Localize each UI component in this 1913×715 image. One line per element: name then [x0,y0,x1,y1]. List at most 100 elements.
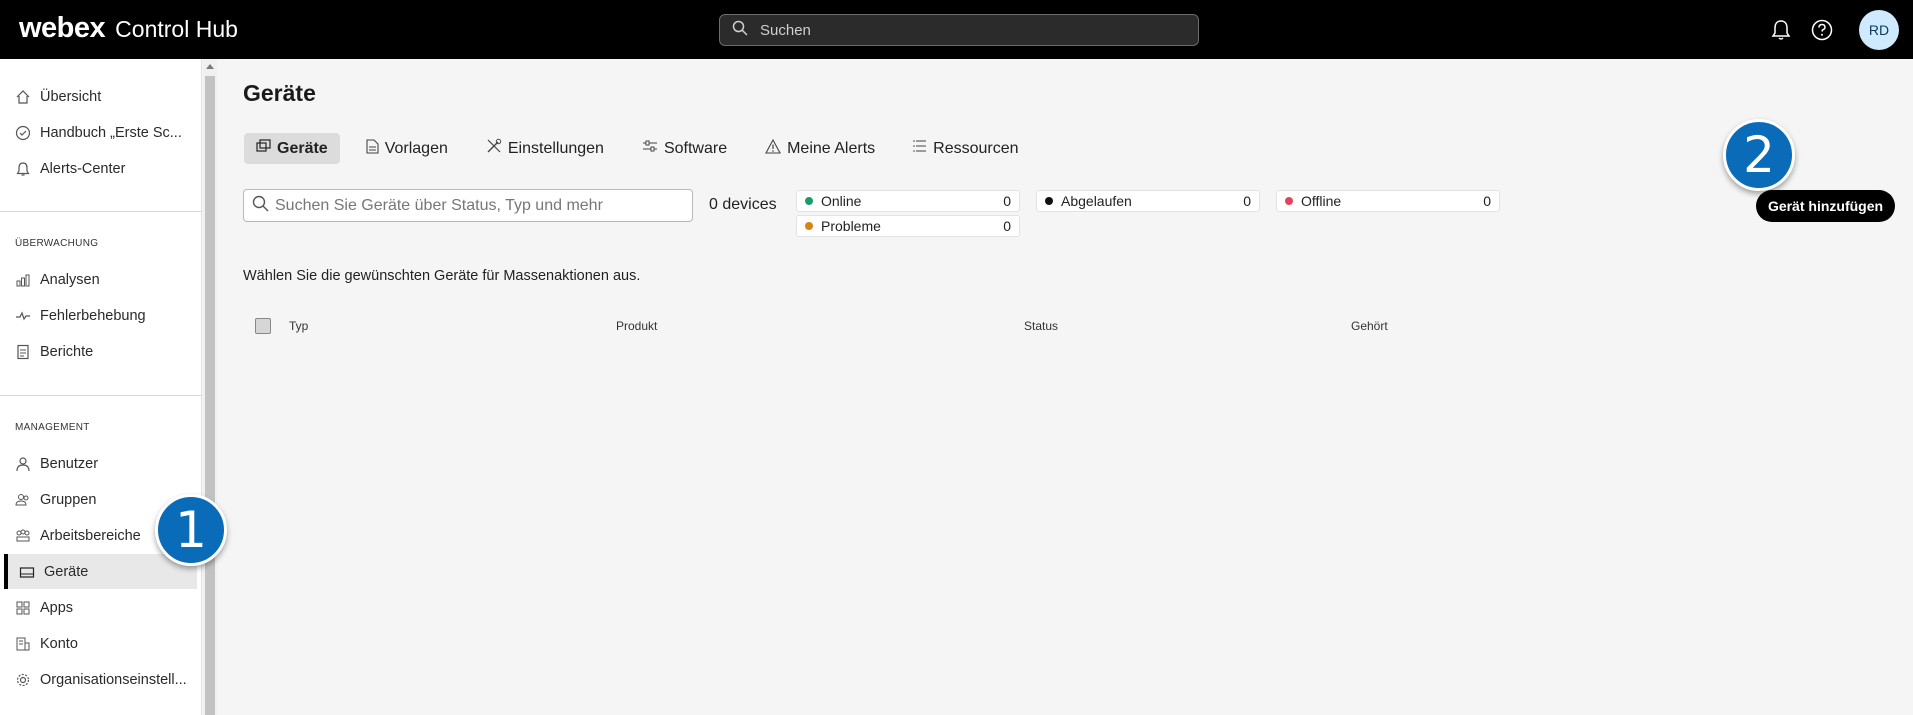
workspace-icon [14,527,32,545]
sidebar-divider [0,395,202,396]
scrollbar-thumb[interactable] [205,76,215,715]
sidebar-item-org-settings[interactable]: Organisationseinstell... [4,662,197,697]
column-header-owned[interactable]: Gehört [1351,319,1388,333]
sidebar-item-label: Arbeitsbereiche [40,527,141,544]
tab-software[interactable]: Software [630,133,739,164]
status-label: Online [821,193,862,209]
apps-icon [14,599,32,617]
brand-logo[interactable]: webex Control Hub [19,12,238,45]
report-icon [14,343,32,361]
sidebar-divider [0,211,202,212]
group-icon [14,491,32,509]
status-filter-expired[interactable]: Abgelaufen 0 [1036,190,1260,212]
search-placeholder: Suchen [760,21,811,39]
tab-resources[interactable]: Ressourcen [901,133,1030,164]
user-icon [14,455,32,473]
sliders-icon [642,139,658,158]
device-count: 0 devices [709,196,777,213]
sidebar-item-label: Konto [40,635,78,652]
table-header: Typ Produkt Status Gehört [243,316,1863,338]
page-title: Geräte [243,80,316,106]
status-label: Abgelaufen [1061,193,1132,209]
status-count: 0 [1003,193,1011,209]
tab-label: Meine Alerts [787,139,876,157]
document-icon [366,138,379,159]
select-all-checkbox[interactable] [255,318,271,334]
sidebar-item-label: Geräte [44,563,89,580]
sidebar-item-troubleshooting[interactable]: Fehlerbehebung [4,298,197,333]
section-title-monitoring: ÜBERWACHUNG [15,238,99,249]
scroll-up-arrow-icon[interactable] [206,64,214,69]
tab-templates[interactable]: Vorlagen [354,133,460,164]
sidebar-item-label: Berichte [40,343,94,360]
status-count: 0 [1003,218,1011,234]
sidebar-item-alerts-center[interactable]: Alerts-Center [4,151,197,186]
sidebar-item-getting-started[interactable]: Handbuch „Erste Sc... [4,115,197,150]
sidebar-item-label: Übersicht [40,88,102,105]
gear-icon [14,671,32,689]
status-label: Offline [1301,193,1342,209]
sidebar-item-label: Analysen [40,271,100,288]
sidebar-item-reports[interactable]: Berichte [4,334,197,369]
device-search-placeholder: Suchen Sie Geräte über Status, Typ und m… [275,196,603,214]
sidebar-item-account[interactable]: Konto [4,626,197,661]
sidebar-item-analytics[interactable]: Analysen [4,262,197,297]
analytics-icon [14,271,32,289]
status-count: 0 [1483,193,1491,209]
expired-dot-icon [1045,197,1053,205]
sidebar-item-label: Organisationseinstell... [40,671,187,688]
building-icon [14,635,32,653]
sidebar-item-label: Apps [40,599,74,616]
tab-label: Vorlagen [384,139,448,157]
sidebar-item-users[interactable]: Benutzer [4,446,197,481]
status-filter-issues[interactable]: Probleme 0 [796,215,1020,237]
sidebar-item-apps[interactable]: Apps [4,590,197,625]
top-bar: webex Control Hub Suchen RD [0,0,1913,59]
status-count: 0 [1243,193,1251,209]
column-header-status[interactable]: Status [1024,319,1058,333]
sidebar-scrollbar[interactable] [203,59,217,715]
callout-badge-2: 2 [1723,119,1795,191]
pulse-icon [14,307,32,325]
offline-dot-icon [1285,197,1293,205]
sidebar-item-label: Handbuch „Erste Sc... [40,124,182,141]
avatar[interactable]: RD [1859,10,1899,50]
sidebar-item-label: Benutzer [40,455,99,472]
bulk-action-hint: Wählen Sie die gewünschten Geräte für Ma… [243,268,641,284]
search-icon [252,195,269,217]
tab-devices[interactable]: Geräte [244,133,340,164]
issues-dot-icon [805,222,813,230]
sidebar-item-devices[interactable]: Geräte [4,554,197,589]
sidebar-item-label: Fehlerbehebung [40,307,146,324]
global-search-input[interactable]: Suchen [719,14,1199,46]
tab-settings[interactable]: Einstellungen [474,133,616,164]
column-header-type[interactable]: Typ [289,319,308,333]
status-filter-online[interactable]: Online 0 [796,190,1020,212]
tools-icon [486,138,502,159]
check-circle-icon [14,124,32,142]
section-title-management: MANAGEMENT [15,422,90,433]
sidebar-item-label: Gruppen [40,491,97,508]
warning-icon [765,138,782,159]
bell-icon[interactable] [1769,18,1793,42]
home-icon [14,88,32,106]
tab-label: Ressourcen [933,139,1019,157]
help-icon[interactable] [1810,18,1834,42]
search-icon [732,20,748,41]
tab-bar: Geräte Vorlagen Einstellungen Software M… [244,133,1045,164]
brand-sub: Control Hub [115,16,238,42]
brand-main: webex [19,12,106,44]
sidebar-item-label: Alerts-Center [40,160,126,177]
column-header-product[interactable]: Produkt [616,319,657,333]
status-filter-offline[interactable]: Offline 0 [1276,190,1500,212]
tab-label: Geräte [277,139,328,157]
tab-label: Software [663,139,728,157]
list-icon [913,139,927,158]
callout-badge-1: 1 [155,494,227,566]
add-device-button[interactable]: Gerät hinzufügen [1756,190,1895,222]
device-search-input[interactable]: Suchen Sie Geräte über Status, Typ und m… [243,189,693,222]
sidebar: Übersicht Handbuch „Erste Sc... Alerts-C… [0,59,202,715]
bell-icon [14,160,32,178]
sidebar-item-overview[interactable]: Übersicht [4,79,197,114]
tab-my-alerts[interactable]: Meine Alerts [753,133,887,164]
